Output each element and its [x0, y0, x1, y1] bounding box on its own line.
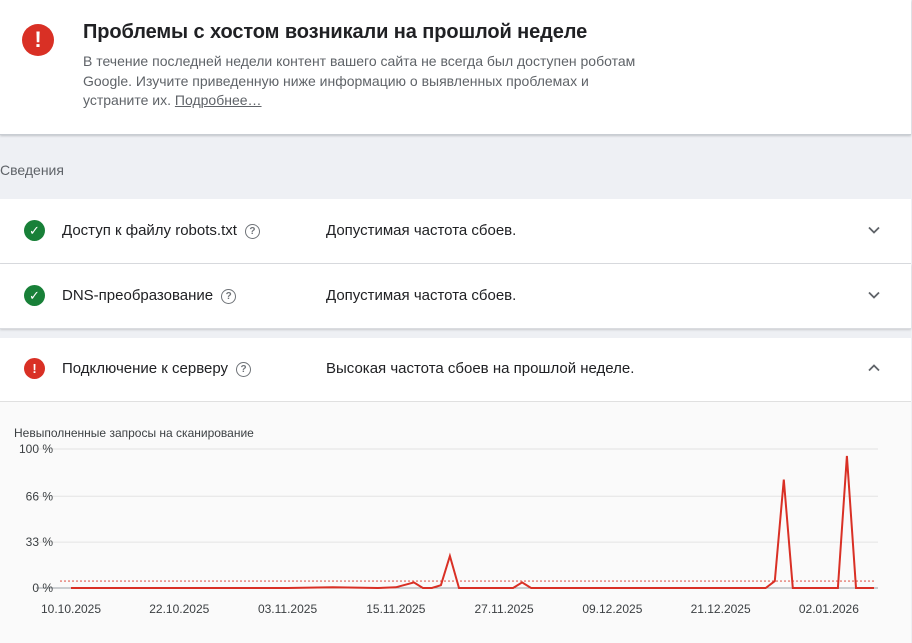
failed-requests-chart: 0 % 33 % 66 % 100 % 10.10.2025 22.10.2025 03.1… [19, 442, 878, 616]
server-connection-row[interactable]: ! Подключение к серверу? Высокая частота… [0, 338, 911, 402]
row-name-text: DNS-преобразование [62, 287, 214, 304]
row-status: Высокая частота сбоев на прошлой неделе. [326, 360, 635, 377]
row-name: Подключение к серверу? [62, 360, 252, 377]
check-circle-icon: ✓ [24, 220, 45, 241]
row-status: Допустимая частота сбоев. [326, 222, 517, 239]
row-name-text: Доступ к файлу robots.txt [62, 222, 237, 239]
y-tick-label: 33 % [26, 535, 54, 549]
robots-txt-row[interactable]: ✓ Доступ к файлу robots.txt? Допустимая … [0, 199, 911, 264]
alert-title: Проблемы с хостом возникали на прошлой н… [83, 21, 588, 43]
chevron-up-icon[interactable] [866, 360, 882, 376]
chevron-down-icon[interactable] [866, 222, 882, 238]
y-tick-label: 0 % [32, 581, 53, 595]
row-name: Доступ к файлу robots.txt? [62, 222, 260, 239]
row-status: Допустимая частота сбоев. [326, 287, 517, 304]
row-name: DNS-преобразование? [62, 287, 237, 304]
x-tick-label: 27.11.2025 [474, 602, 533, 616]
y-tick-label: 100 % [19, 442, 53, 456]
learn-more-link[interactable]: Подробнее… [175, 92, 262, 108]
x-tick-label: 10.10.2025 [41, 602, 101, 616]
help-icon[interactable]: ? [221, 289, 237, 304]
help-icon[interactable]: ? [244, 224, 260, 239]
failed-requests-line [71, 455, 874, 590]
x-tick-label: 22.10.2025 [149, 602, 209, 616]
error-icon: ! [22, 24, 54, 56]
chart-panel: Невыполненные запросы на сканирование 0 … [0, 402, 911, 643]
help-icon[interactable]: ? [236, 362, 252, 377]
x-tick-label: 15.11.2025 [366, 602, 425, 616]
alert-description-text: В течение последней недели контент вашег… [83, 53, 636, 108]
x-tick-label: 02.01.2026 [799, 602, 859, 616]
dns-row[interactable]: ✓ DNS-преобразование? Допустимая частота… [0, 264, 911, 329]
check-circle-icon: ✓ [24, 285, 45, 306]
host-problems-alert: ! Проблемы с хостом возникали на прошлой… [0, 0, 911, 135]
chevron-down-icon[interactable] [866, 287, 882, 303]
x-tick-label: 09.12.2025 [582, 602, 642, 616]
x-tick-label: 21.12.2025 [691, 602, 751, 616]
alert-description: В течение последней недели контент вашег… [83, 52, 643, 111]
y-tick-label: 66 % [26, 489, 54, 503]
error-icon: ! [24, 358, 45, 379]
x-tick-label: 03.11.2025 [258, 602, 317, 616]
row-name-text: Подключение к серверу [62, 360, 229, 377]
section-label: Сведения [0, 162, 64, 178]
